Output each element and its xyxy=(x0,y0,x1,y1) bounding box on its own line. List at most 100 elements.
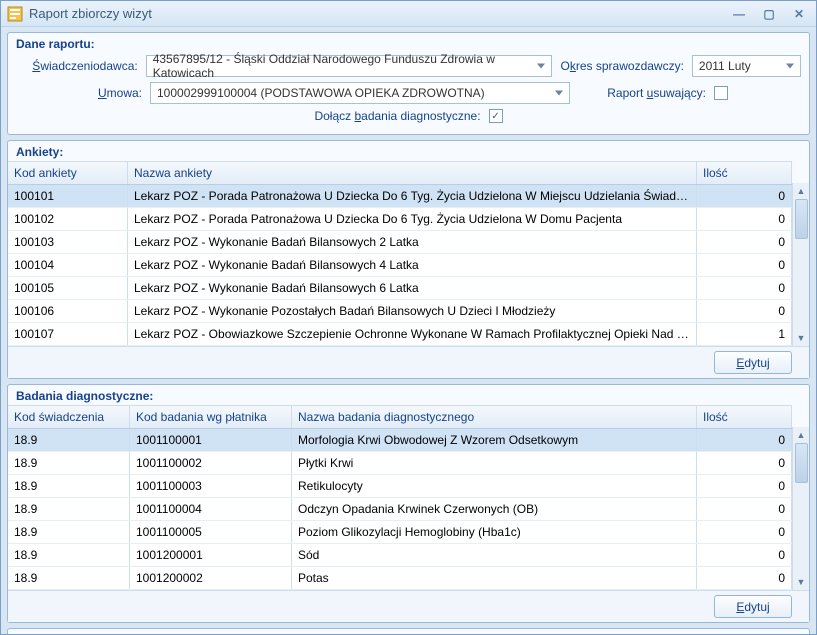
select-umowa[interactable]: 100002999100004 (PODSTAWOWA OPIEKA ZDROW… xyxy=(150,82,570,104)
label-swiadczeniodawca: Świadczeniodawca: xyxy=(16,59,138,73)
minimize-button[interactable]: — xyxy=(728,7,750,21)
cell-kod-sw: 18.9 xyxy=(8,475,130,497)
cell-kod: 100101 xyxy=(8,185,128,207)
th-kod-ankiety[interactable]: Kod ankiety xyxy=(8,162,128,184)
table-row[interactable]: 18.91001100005Poziom Glikozylacji Hemogl… xyxy=(8,521,792,544)
cell-kod-bad: 1001100003 xyxy=(130,475,292,497)
cell-kod-bad: 1001100002 xyxy=(130,452,292,474)
table-row[interactable]: 18.91001100004Odczyn Opadania Krwinek Cz… xyxy=(8,498,792,521)
label-okres: Okres sprawozdawczy: xyxy=(560,59,684,73)
table-row[interactable]: 18.91001200002Potas0 xyxy=(8,567,792,590)
select-okres[interactable]: 2011 Luty xyxy=(692,55,801,77)
cell-kod-bad: 1001200001 xyxy=(130,544,292,566)
cell-nazwa: Lekarz POZ - Porada Patronażowa U Dzieck… xyxy=(128,208,697,230)
cell-kod-sw: 18.9 xyxy=(8,544,130,566)
window-title: Raport zbiorczy wizyt xyxy=(29,6,728,21)
table-row[interactable]: 100101Lekarz POZ - Porada Patronażowa U … xyxy=(8,185,792,208)
window: Raport zbiorczy wizyt — ▢ ✕ Dane raportu… xyxy=(0,0,817,635)
table-row[interactable]: 18.91001100002Płytki Krwi0 xyxy=(8,452,792,475)
cell-nazwa-bad: Potas xyxy=(292,567,697,589)
th-nazwa-badania[interactable]: Nazwa badania diagnostycznego xyxy=(292,406,697,428)
cell-ilosc-bad: 0 xyxy=(697,452,792,474)
table-row[interactable]: 100102Lekarz POZ - Porada Patronażowa U … xyxy=(8,208,792,231)
th-kod-badania[interactable]: Kod badania wg płatnika xyxy=(130,406,292,428)
cell-nazwa: Lekarz POZ - Wykonanie Badań Bilansowych… xyxy=(128,277,697,299)
cell-ilosc-bad: 0 xyxy=(697,429,792,451)
titlebar: Raport zbiorczy wizyt — ▢ ✕ xyxy=(1,1,816,27)
maximize-button[interactable]: ▢ xyxy=(758,7,780,21)
scrollbar-badania[interactable]: ▲ ▼ xyxy=(792,427,809,590)
cell-ilosc: 0 xyxy=(697,300,792,322)
checkbox-raport-usuwajacy[interactable] xyxy=(714,86,728,100)
select-swiadczeniodawca[interactable]: 43567895/12 - Śląski Oddział Narodowego … xyxy=(146,55,553,77)
cell-nazwa-bad: Odczyn Opadania Krwinek Czerwonych (OB) xyxy=(292,498,697,520)
table-row[interactable]: 100106Lekarz POZ - Wykonanie Pozostałych… xyxy=(8,300,792,323)
cell-nazwa: Lekarz POZ - Wykonanie Pozostałych Badań… xyxy=(128,300,697,322)
app-icon xyxy=(7,6,23,22)
scroll-up-icon[interactable]: ▲ xyxy=(793,427,809,443)
scrollbar-ankiety[interactable]: ▲ ▼ xyxy=(792,183,809,346)
scroll-thumb[interactable] xyxy=(795,199,808,239)
scroll-down-icon[interactable]: ▼ xyxy=(793,330,809,346)
cell-nazwa-bad: Płytki Krwi xyxy=(292,452,697,474)
cell-kod: 100105 xyxy=(8,277,128,299)
cell-ilosc-bad: 0 xyxy=(697,544,792,566)
cell-ilosc: 0 xyxy=(697,231,792,253)
table-row[interactable]: 100103Lekarz POZ - Wykonanie Badań Bilan… xyxy=(8,231,792,254)
table-row[interactable]: 100105Lekarz POZ - Wykonanie Badań Bilan… xyxy=(8,277,792,300)
cell-kod-bad: 1001100001 xyxy=(130,429,292,451)
scroll-up-icon[interactable]: ▲ xyxy=(793,183,809,199)
panel-dane-raportu: Dane raportu: Świadczeniodawca: 43567895… xyxy=(7,32,810,135)
panel-title-dane: Dane raportu: xyxy=(8,33,809,53)
table-ankiety: Kod ankiety Nazwa ankiety Ilość 100101Le… xyxy=(8,161,809,346)
cell-ilosc: 1 xyxy=(697,323,792,345)
label-umowa: Umowa: xyxy=(16,86,142,100)
scroll-down-icon[interactable]: ▼ xyxy=(793,574,809,590)
checkbox-dolacz-badania[interactable]: ✓ xyxy=(489,109,503,123)
table-row[interactable]: 100107Lekarz POZ - Obowiazkowe Szczepien… xyxy=(8,323,792,346)
cell-ilosc: 0 xyxy=(697,277,792,299)
cell-ilosc-bad: 0 xyxy=(697,521,792,543)
cell-kod: 100107 xyxy=(8,323,128,345)
cell-kod-sw: 18.9 xyxy=(8,452,130,474)
edit-badania-button[interactable]: Edytuj xyxy=(714,595,792,618)
table-badania: Kod świadczenia Kod badania wg płatnika … xyxy=(8,405,809,590)
panel-badania: Badania diagnostyczne: Kod świadczenia K… xyxy=(7,384,810,623)
cell-ilosc: 0 xyxy=(697,185,792,207)
cell-nazwa: Lekarz POZ - Wykonanie Badań Bilansowych… xyxy=(128,254,697,276)
cell-kod-bad: 1001100005 xyxy=(130,521,292,543)
cell-nazwa-bad: Poziom Glikozylacji Hemoglobiny (Hba1c) xyxy=(292,521,697,543)
table-row[interactable]: 18.91001100001Morfologia Krwi Obwodowej … xyxy=(8,429,792,452)
panel-ankiety: Ankiety: Kod ankiety Nazwa ankiety Ilość… xyxy=(7,140,810,379)
cell-nazwa: Lekarz POZ - Wykonanie Badań Bilansowych… xyxy=(128,231,697,253)
cell-kod-sw: 18.9 xyxy=(8,429,130,451)
cell-nazwa-bad: Sód xyxy=(292,544,697,566)
th-kod-swiadczenia[interactable]: Kod świadczenia xyxy=(8,406,130,428)
cell-kod: 100102 xyxy=(8,208,128,230)
label-dolacz-badania: Dołącz badania diagnostyczne: xyxy=(314,109,480,123)
cell-kod: 100104 xyxy=(8,254,128,276)
close-button[interactable]: ✕ xyxy=(788,7,810,21)
cell-kod: 100106 xyxy=(8,300,128,322)
table-row[interactable]: 18.91001200001Sód0 xyxy=(8,544,792,567)
label-raport-usuwajacy: Raport usuwający: xyxy=(578,86,706,100)
cell-nazwa-bad: Morfologia Krwi Obwodowej Z Wzorem Odset… xyxy=(292,429,697,451)
panel-footer: Zapisz Anuluj xyxy=(7,628,810,634)
cell-ilosc: 0 xyxy=(697,208,792,230)
table-row[interactable]: 18.91001100003Retikulocyty0 xyxy=(8,475,792,498)
cell-kod-bad: 1001200002 xyxy=(130,567,292,589)
th-ilosc-badania[interactable]: Ilość xyxy=(697,406,792,428)
edit-ankiety-button[interactable]: Edytuj xyxy=(714,351,792,374)
scroll-thumb[interactable] xyxy=(795,443,808,483)
cell-kod-sw: 18.9 xyxy=(8,567,130,589)
panel-title-ankiety: Ankiety: xyxy=(8,141,809,161)
th-nazwa-ankiety[interactable]: Nazwa ankiety xyxy=(128,162,697,184)
panel-title-badania: Badania diagnostyczne: xyxy=(8,385,809,405)
th-ilosc-ankiety[interactable]: Ilość xyxy=(697,162,792,184)
cell-kod-sw: 18.9 xyxy=(8,521,130,543)
cell-kod-sw: 18.9 xyxy=(8,498,130,520)
cell-nazwa: Lekarz POZ - Obowiazkowe Szczepienie Och… xyxy=(128,323,697,345)
cell-kod: 100103 xyxy=(8,231,128,253)
table-row[interactable]: 100104Lekarz POZ - Wykonanie Badań Bilan… xyxy=(8,254,792,277)
cell-ilosc-bad: 0 xyxy=(697,498,792,520)
